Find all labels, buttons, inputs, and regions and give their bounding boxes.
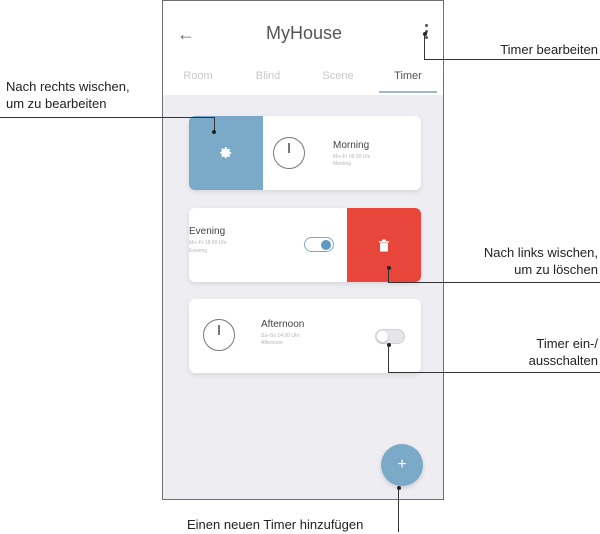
timer-toggle[interactable] <box>304 237 334 252</box>
timer-card-morning[interactable]: Morning Mo–Fr 06:30 Uhr Morning <box>189 116 421 190</box>
timer-scene: Afternoon <box>261 340 283 346</box>
timer-name: Morning <box>333 140 370 151</box>
back-arrow-icon[interactable]: ← <box>175 23 197 45</box>
annotation-toggle-line1: Timer ein-/ <box>536 336 598 351</box>
edit-action-button[interactable] <box>189 116 263 190</box>
trash-icon <box>379 239 389 251</box>
tab-blind[interactable]: Blind <box>233 63 303 95</box>
tab-bar: Room Blind Scene Timer <box>163 63 443 95</box>
clock-icon <box>203 319 235 351</box>
tab-room[interactable]: Room <box>163 63 233 95</box>
tab-scene[interactable]: Scene <box>303 63 373 95</box>
callout-line <box>388 282 600 283</box>
app-bar: ← MyHouse Room Blind Scene Timer <box>163 1 443 95</box>
callout-line <box>424 59 600 60</box>
callout-line <box>0 117 214 118</box>
timer-toggle[interactable] <box>375 329 405 344</box>
timer-name: Evening <box>189 226 226 237</box>
annotation-swipe-left-line1: Nach links wischen, <box>483 245 598 260</box>
timer-name: Afternoon <box>261 319 305 330</box>
phone-screen: ← MyHouse Room Blind Scene Timer Morning… <box>162 0 444 500</box>
tab-timer[interactable]: Timer <box>373 63 443 95</box>
timer-scene: Evening <box>189 248 208 254</box>
callout-line <box>388 372 600 373</box>
timer-card-evening[interactable]: Evening Mo–Fr 18:00 Uhr Evening <box>189 208 421 282</box>
plus-icon: + <box>397 456 407 473</box>
annotation-swipe-right-line1: Nach rechts wischen, <box>6 79 130 94</box>
callout-line <box>424 34 425 59</box>
callout-dot <box>212 130 216 134</box>
delete-action-button[interactable] <box>347 208 421 282</box>
callout-line <box>388 268 389 282</box>
annotation-edit-timer: Timer bearbeiten <box>500 42 598 57</box>
add-timer-button[interactable]: + <box>381 444 423 486</box>
timer-schedule: Mo–Fr 18:00 Uhr <box>189 240 227 246</box>
timer-card-afternoon[interactable]: Afternoon Sa–So 14:00 Uhr Afternoon <box>189 299 421 373</box>
annotation-add-timer: Einen neuen Timer hinzufügen <box>187 517 364 532</box>
annotation-swipe-right-line2: um zu bearbeiten <box>6 96 107 111</box>
clock-icon <box>273 137 305 169</box>
annotation-swipe-left-line2: um zu löschen <box>514 262 598 277</box>
annotation-toggle-line2: ausschalten <box>528 353 598 368</box>
timer-scene: Morning <box>333 161 352 167</box>
app-title: MyHouse <box>265 23 343 43</box>
gear-icon <box>220 147 232 159</box>
callout-line <box>398 488 399 532</box>
callout-line <box>388 345 389 372</box>
